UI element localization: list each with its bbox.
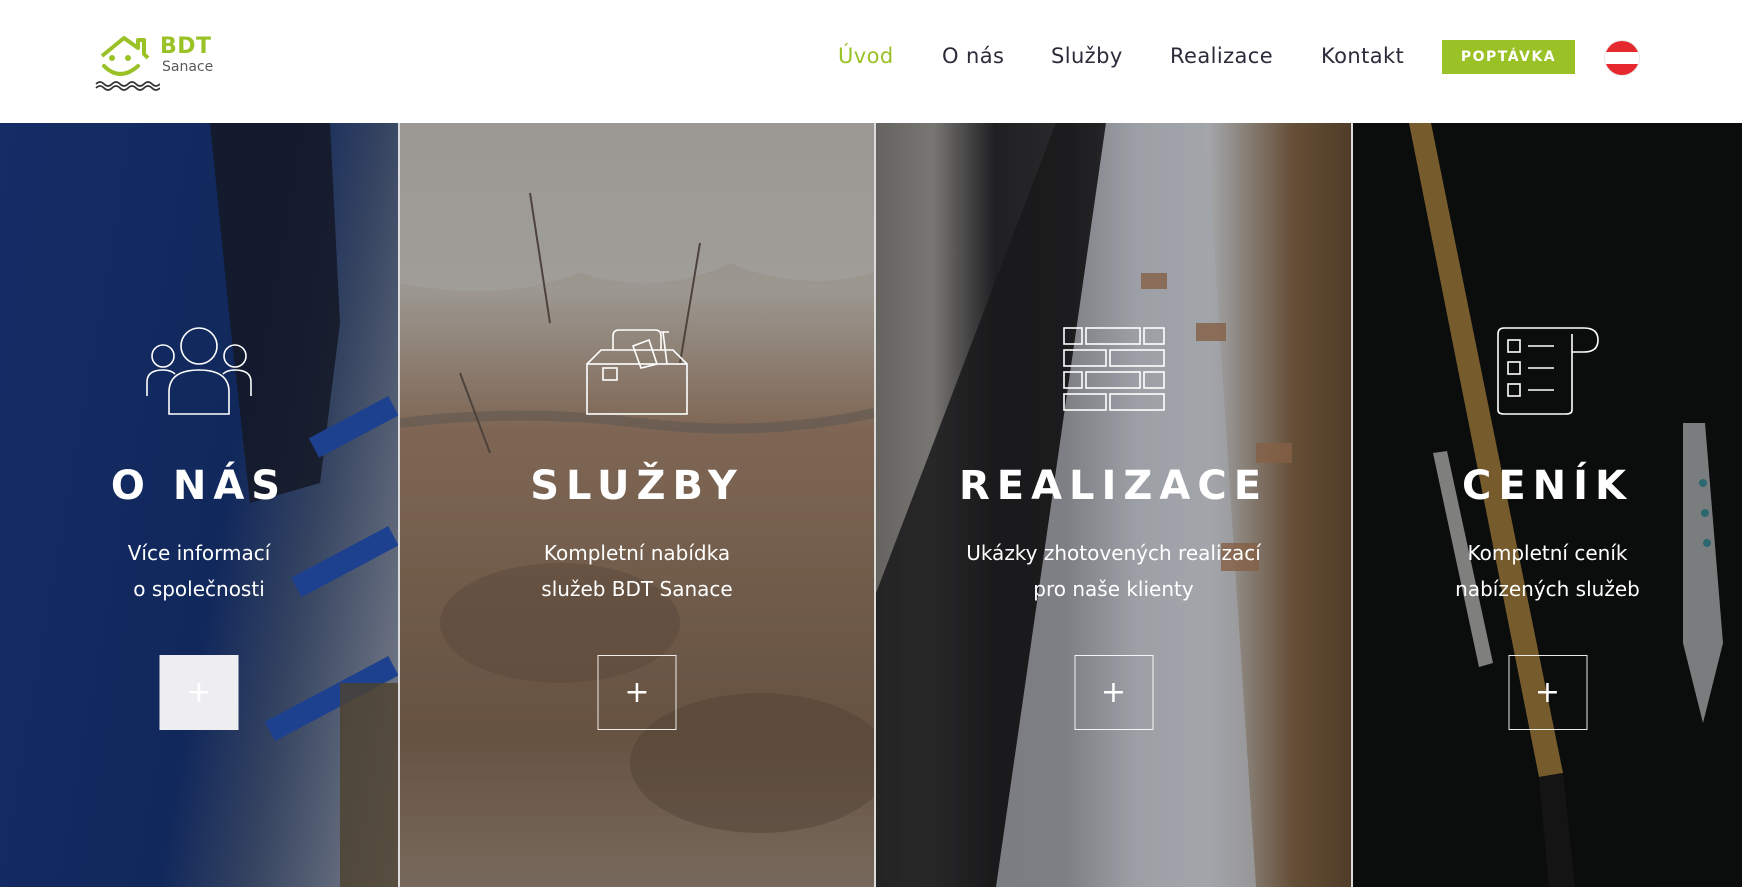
panel-description-line: Ukázky zhotovených realizací [966, 541, 1261, 565]
nav-item-kontakt[interactable]: Kontakt [1321, 44, 1404, 68]
brick-wall-icon [1062, 327, 1165, 411]
panel-description: Více informací o společnosti [0, 535, 398, 607]
panel-description-line: pro naše klienty [1033, 577, 1194, 601]
panel-description-line: Kompletní ceník [1467, 541, 1628, 565]
panel-description: Kompletní ceník nabízených služeb [1353, 535, 1742, 607]
nav-item-o-nas[interactable]: O nás [942, 44, 1004, 68]
toolbox-icon [586, 329, 688, 415]
nav-item-realizace[interactable]: Realizace [1170, 44, 1273, 68]
panel-description-line: nabízených služeb [1455, 577, 1640, 601]
panel-description: Kompletní nabídka služeb BDT Sanace [400, 535, 874, 607]
austria-flag-icon[interactable] [1605, 41, 1639, 75]
panel-expand-button[interactable]: + [1508, 655, 1587, 730]
nav-item-sluzby[interactable]: Služby [1051, 44, 1123, 68]
price-list-scroll-icon [1496, 327, 1599, 415]
site-header: BDT Sanace Úvod O nás Služby Realizace K… [0, 0, 1742, 123]
poptavka-button[interactable]: POPTÁVKA [1442, 40, 1575, 74]
panel-description-line: o společnosti [133, 577, 265, 601]
panel-description-line: služeb BDT Sanace [541, 577, 733, 601]
panel-title: O NÁS [110, 463, 288, 509]
panel-expand-button[interactable]: + [159, 655, 239, 730]
panel-title: CENÍK [1461, 463, 1634, 509]
panel-description: Ukázky zhotovených realizací pro naše kl… [876, 535, 1351, 607]
service-panels: O NÁS Více informací o společnosti + SLU… [0, 123, 1742, 887]
panel-title: REALIZACE [958, 463, 1269, 509]
panel-o-nas: O NÁS Více informací o společnosti + [0, 123, 398, 887]
panel-description-line: Kompletní nabídka [543, 541, 731, 565]
panel-description-line: Více informací [127, 541, 271, 565]
panel-sluzby: SLUŽBY Kompletní nabídka služeb BDT Sana… [400, 123, 874, 887]
panel-expand-button[interactable]: + [1074, 655, 1153, 730]
panel-title: SLUŽBY [530, 463, 744, 509]
panel-expand-button[interactable]: + [597, 655, 677, 730]
panel-realizace: REALIZACE Ukázky zhotovených realizací p… [876, 123, 1351, 887]
panel-cenik: CENÍK Kompletní ceník nabízených služeb … [1353, 123, 1742, 887]
nav-item-uvod[interactable]: Úvod [838, 44, 894, 68]
people-group-icon [146, 327, 252, 415]
